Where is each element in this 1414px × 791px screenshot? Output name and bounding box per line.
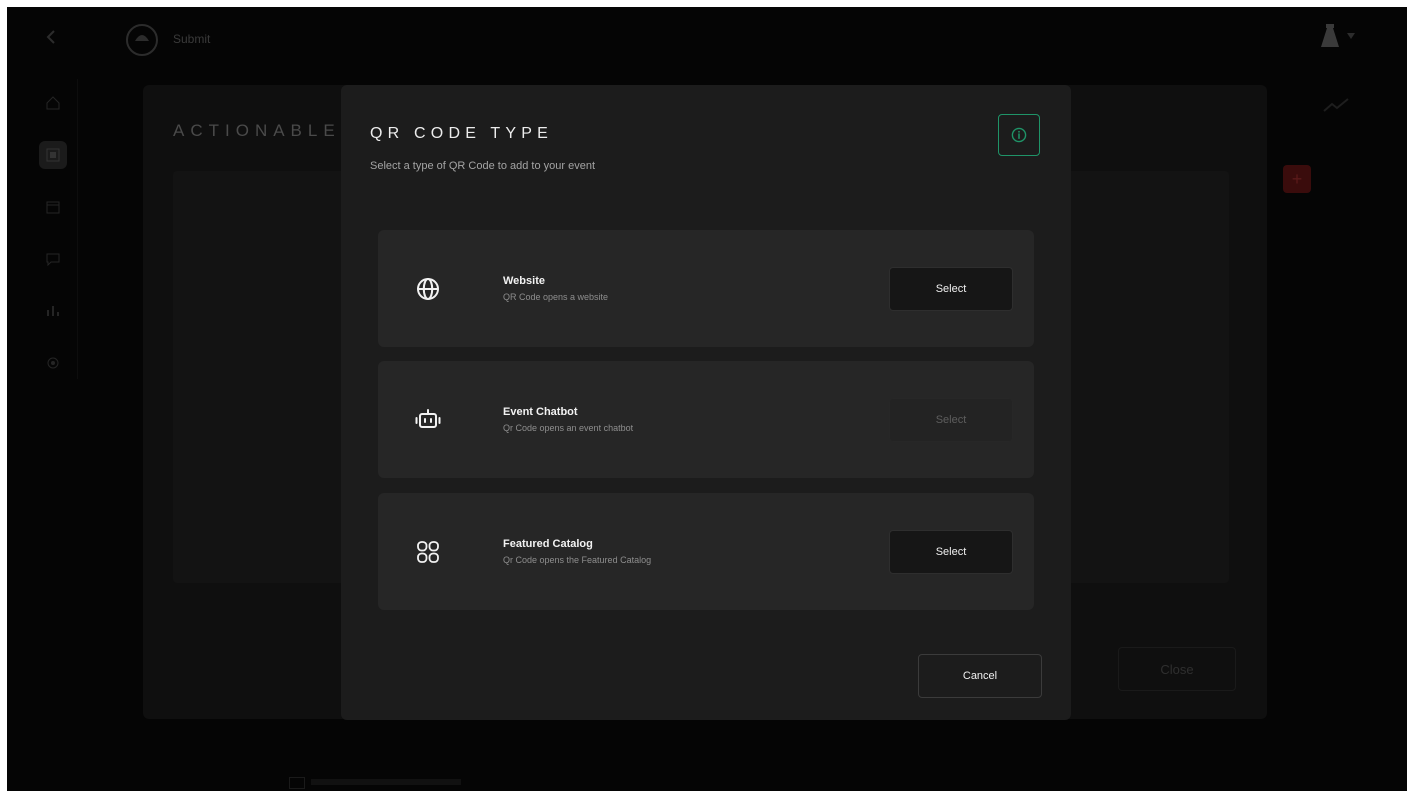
chat-icon	[46, 253, 60, 266]
option-icon-wrap	[415, 407, 441, 433]
background-close-button[interactable]: Close	[1118, 647, 1236, 691]
info-button[interactable]	[998, 114, 1040, 156]
option-card-featured-catalog: Featured Catalog Qr Code opens the Featu…	[378, 493, 1034, 610]
app-name: Submit	[173, 32, 211, 46]
gear-icon	[47, 357, 59, 369]
background-panel-title: ACTIONABLE I	[173, 121, 363, 140]
option-card-website: Website QR Code opens a website Select	[378, 230, 1034, 347]
background-footer-text	[311, 779, 461, 785]
top-bar: Submit	[7, 7, 1407, 69]
select-website-button[interactable]: Select	[889, 267, 1013, 311]
sidebar	[29, 79, 78, 379]
robot-icon	[415, 409, 441, 428]
option-icon-wrap	[415, 276, 441, 302]
sidebar-item-settings[interactable]	[39, 349, 67, 377]
sidebar-item-stats[interactable]	[39, 297, 67, 325]
qr-code-type-dialog: QR CODE TYPE Select a type of QR Code to…	[341, 85, 1071, 720]
sidebar-item-home[interactable]	[39, 89, 67, 117]
globe-icon	[417, 278, 439, 300]
home-icon	[46, 96, 60, 110]
back-arrow-icon[interactable]	[43, 29, 59, 45]
logo-icon	[126, 24, 158, 56]
app-screen: Submit ACTIONABLE I Close + QR CODE TYPE…	[7, 7, 1407, 791]
background-add-button[interactable]: +	[1283, 165, 1311, 193]
grid-icon	[417, 541, 439, 563]
chevron-down-icon[interactable]	[1347, 33, 1355, 39]
sidebar-item-calendar[interactable]	[39, 193, 67, 221]
option-card-event-chatbot: Event Chatbot Qr Code opens an event cha…	[378, 361, 1034, 478]
trend-icon	[1323, 98, 1349, 112]
option-name: Featured Catalog	[503, 538, 593, 550]
sidebar-item-qr[interactable]	[39, 141, 67, 169]
option-description: Qr Code opens an event chatbot	[503, 423, 634, 433]
cancel-button[interactable]: Cancel	[918, 654, 1042, 698]
option-description: QR Code opens a website	[503, 292, 609, 302]
user-avatar-icon[interactable]	[1319, 23, 1341, 49]
option-name: Event Chatbot	[503, 406, 578, 418]
chart-icon	[47, 306, 59, 316]
select-featured-catalog-button[interactable]: Select	[889, 530, 1013, 574]
qr-icon	[46, 148, 60, 162]
option-icon-wrap	[415, 539, 441, 565]
option-name: Website	[503, 275, 545, 287]
dialog-title: QR CODE TYPE	[370, 125, 554, 142]
calendar-icon	[46, 201, 60, 214]
select-event-chatbot-button[interactable]: Select	[889, 398, 1013, 442]
option-description: Qr Code opens the Featured Catalog	[503, 555, 652, 565]
info-icon	[1011, 127, 1027, 143]
sidebar-item-chat[interactable]	[39, 245, 67, 273]
background-footer-icon	[289, 777, 305, 789]
dialog-subtitle: Select a type of QR Code to add to your …	[370, 160, 596, 172]
